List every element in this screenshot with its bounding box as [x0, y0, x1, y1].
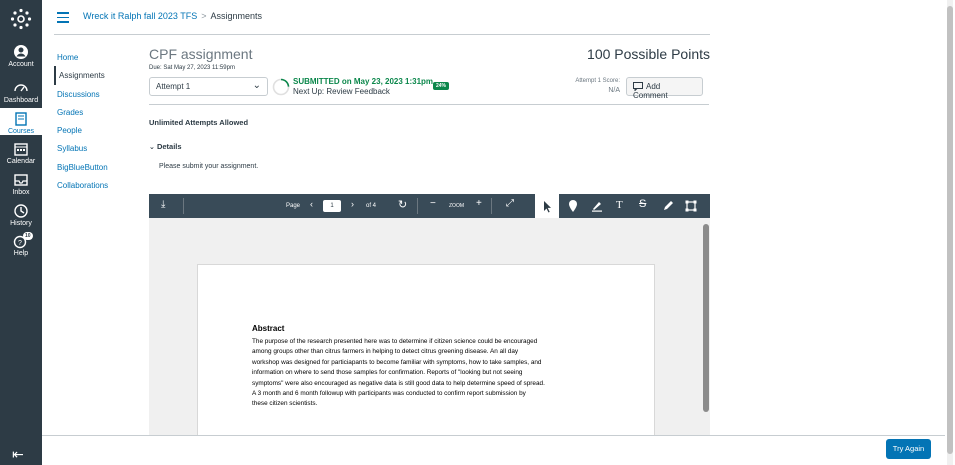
- global-nav-label: Account: [8, 61, 34, 68]
- point-annotation-icon[interactable]: [567, 199, 579, 213]
- previous-page-icon[interactable]: ‹: [310, 199, 313, 209]
- history-icon: [14, 204, 28, 218]
- details-toggle[interactable]: ⌄ Details: [149, 142, 182, 151]
- select-tool-button[interactable]: [535, 194, 559, 218]
- page-number-input[interactable]: 1: [323, 200, 341, 212]
- global-nav-label: Dashboard: [3, 97, 39, 104]
- global-nav-label: Calendar: [6, 158, 36, 165]
- global-nav-label: Inbox: [12, 189, 30, 196]
- document-line: The purpose of the research presented he…: [252, 338, 538, 345]
- breadcrumb-course-link[interactable]: Wreck it Ralph fall 2023 TFS: [83, 11, 197, 21]
- section-divider: [149, 104, 709, 105]
- fullscreen-icon[interactable]: ⤢: [506, 198, 514, 209]
- attempt-score-value: N/A: [608, 87, 620, 94]
- global-nav-label: Help: [13, 250, 29, 257]
- course-nav-people[interactable]: People: [54, 121, 134, 139]
- zoom-out-icon[interactable]: −: [430, 198, 436, 209]
- course-nav-assignments[interactable]: Assignments: [54, 66, 134, 85]
- chevron-down-icon: ⌄: [252, 80, 261, 91]
- details-heading: Details: [156, 142, 182, 151]
- global-nav-courses[interactable]: Courses: [0, 108, 42, 135]
- global-nav-dashboard[interactable]: Dashboard: [0, 80, 42, 104]
- attempts-allowed: Unlimited Attempts Allowed: [149, 118, 249, 127]
- draw-icon[interactable]: [662, 200, 674, 212]
- help-badge: 10: [23, 232, 33, 240]
- zoom-label: ZOOM: [449, 203, 464, 209]
- document-line: these citizen scientists.: [252, 400, 318, 408]
- document-line: symptoms" were also encouraged as negati…: [252, 379, 545, 387]
- dashboard-icon: [14, 84, 28, 92]
- course-nav-bigbluebutton[interactable]: BigBlueButton: [54, 158, 134, 176]
- course-nav-syllabus[interactable]: Syllabus: [54, 139, 134, 157]
- document-viewer: ⤓ Page ‹ 1 › of 4 ↻ − ZOOM + ⤢ T S Abstr…: [149, 194, 710, 435]
- document-line: A 3 month and 6 month followup with part…: [252, 390, 526, 398]
- submission-status: SUBMITTED on May 23, 2023 1:31pm: [293, 77, 434, 86]
- viewer-scrollbar[interactable]: [703, 224, 709, 412]
- global-nav-help[interactable]: ? 10 Help: [0, 232, 42, 257]
- next-page-icon[interactable]: ›: [351, 199, 354, 209]
- page-scrollbar-thumb[interactable]: [947, 6, 953, 454]
- attempt-select[interactable]: Attempt 1 ⌄: [149, 77, 268, 96]
- course-nav-collaborations[interactable]: Collaborations: [54, 176, 134, 194]
- global-nav-label: History: [10, 220, 32, 227]
- document-heading: Abstract: [252, 324, 285, 333]
- course-nav-grades[interactable]: Grades: [54, 103, 134, 121]
- area-annotation-icon[interactable]: [685, 200, 697, 212]
- pointer-icon: [544, 201, 551, 213]
- zoom-in-icon[interactable]: +: [476, 198, 482, 209]
- try-again-button[interactable]: Try Again: [886, 439, 931, 459]
- document-text: The purpose of the research presented he…: [252, 337, 607, 410]
- page-label: Page: [286, 203, 301, 209]
- strikeout-icon[interactable]: S: [639, 198, 646, 210]
- header-divider: [54, 34, 710, 35]
- hamburger-menu-icon[interactable]: [57, 12, 69, 26]
- document-page: Abstract The purpose of the research pre…: [197, 264, 655, 435]
- next-up-text: Next Up: Review Feedback: [293, 87, 390, 96]
- details-body: Please submit your assignment.: [159, 163, 259, 170]
- toolbar-divider: [183, 198, 184, 214]
- courses-icon: [15, 112, 27, 126]
- global-nav-inbox[interactable]: Inbox: [0, 172, 42, 196]
- page-title: CPF assignment: [149, 46, 253, 62]
- canvas-logo-icon[interactable]: [10, 8, 32, 30]
- account-icon: [14, 45, 28, 59]
- inbox-icon: [14, 174, 28, 186]
- toolbar-divider: [417, 198, 418, 214]
- document-line: information on where to send those sampl…: [252, 369, 523, 377]
- page-total: of 4: [366, 203, 377, 209]
- download-icon[interactable]: ⤓: [161, 199, 165, 210]
- footer-divider: [42, 435, 945, 436]
- progress-badge: 24%: [433, 82, 450, 90]
- text-tool-icon[interactable]: T: [616, 199, 623, 211]
- rotate-icon[interactable]: ↻: [398, 198, 407, 211]
- chevron-down-icon: ⌄: [149, 144, 155, 151]
- global-nav-history[interactable]: History: [0, 203, 42, 227]
- attempt-score-label: Attempt 1 Score:: [575, 78, 620, 84]
- collapse-nav-icon[interactable]: ⇤: [12, 446, 24, 463]
- page-scrollbar[interactable]: [947, 0, 953, 465]
- course-nav-discussions[interactable]: Discussions: [54, 85, 134, 103]
- viewer-toolbar: ⤓ Page ‹ 1 › of 4 ↻ − ZOOM + ⤢ T S: [149, 194, 710, 218]
- progress-ring-icon: [272, 78, 290, 96]
- add-comment-button[interactable]: Add Comment: [626, 77, 703, 100]
- global-nav-label: Courses: [7, 128, 35, 135]
- course-nav-home[interactable]: Home: [54, 48, 134, 66]
- due-date: Due: Sat May 27, 2023 11:59pm: [149, 65, 235, 71]
- highlight-icon[interactable]: [591, 200, 603, 212]
- document-line: among groups other than citrus farmers i…: [252, 348, 519, 356]
- svg-text:?: ?: [18, 240, 22, 247]
- breadcrumb-current: Assignments: [210, 11, 263, 21]
- comment-icon: [633, 82, 643, 93]
- possible-points: 100 Possible Points: [587, 46, 710, 62]
- calendar-icon: [14, 143, 28, 156]
- document-line: workshop was designed for particiapants …: [252, 358, 542, 366]
- course-nav: Home Assignments Discussions Grades Peop…: [54, 48, 134, 194]
- breadcrumb-separator: >: [201, 11, 207, 21]
- breadcrumb: Wreck it Ralph fall 2023 TFS > Assignments: [83, 11, 262, 21]
- attempt-select-value: Attempt 1: [156, 82, 191, 91]
- global-nav-account[interactable]: Account: [0, 44, 42, 68]
- toolbar-divider: [491, 198, 492, 214]
- global-nav: Account Dashboard Courses Calendar Inbox…: [0, 0, 42, 465]
- global-nav-calendar[interactable]: Calendar: [0, 141, 42, 165]
